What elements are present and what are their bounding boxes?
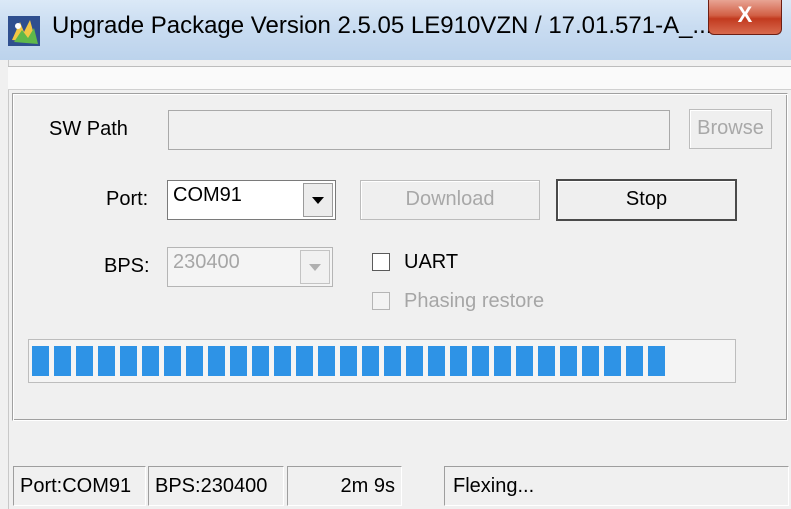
port-value: COM91 [173,184,242,206]
bps-label: BPS: [104,255,150,277]
dropdown-arrow-icon[interactable] [303,183,333,217]
sw-path-input[interactable] [168,110,670,150]
progress-block [296,346,313,376]
progress-block [472,346,489,376]
close-button[interactable]: X [708,0,782,35]
progress-block [494,346,511,376]
progress-block [538,346,555,376]
uart-checkbox[interactable] [372,253,390,271]
phasing-restore-checkbox[interactable] [372,292,390,310]
progress-block [76,346,93,376]
progress-block [318,346,335,376]
progress-block [274,346,291,376]
progress-block [648,346,665,376]
progress-block [406,346,423,376]
phasing-restore-label: Phasing restore [404,290,545,312]
status-state: Flexing... [444,466,789,506]
progress-block [98,346,115,376]
browse-button[interactable]: Browse [689,109,772,149]
progress-block [120,346,137,376]
bps-select[interactable]: 230400 [167,247,333,287]
app-icon [8,16,40,46]
sw-path-label: SW Path [49,118,128,140]
progress-block [582,346,599,376]
title-bar: Upgrade Package Version 2.5.05 LE910VZN … [0,0,791,60]
progress-block [142,346,159,376]
progress-block [560,346,577,376]
progress-bar [28,339,736,383]
progress-fill [32,346,732,376]
progress-block [54,346,71,376]
status-port: Port:COM91 [13,466,146,506]
window-title: Upgrade Package Version 2.5.05 LE910VZN … [52,12,713,39]
uart-label: UART [404,251,459,273]
progress-block [32,346,49,376]
stop-button[interactable]: Stop [556,179,737,221]
menu-strip [8,66,791,90]
status-bps: BPS:230400 [148,466,284,506]
download-button[interactable]: Download [360,180,540,220]
port-label: Port: [106,188,149,210]
progress-block [428,346,445,376]
progress-block [604,346,621,376]
port-select[interactable]: COM91 [167,180,336,220]
progress-block [252,346,269,376]
progress-block [516,346,533,376]
progress-block [626,346,643,376]
progress-block [450,346,467,376]
bps-value: 230400 [173,251,240,273]
progress-block [164,346,181,376]
status-elapsed: 2m 9s [287,466,402,506]
dropdown-arrow-icon[interactable] [300,250,330,284]
progress-block [362,346,379,376]
progress-block [186,346,203,376]
progress-block [384,346,401,376]
progress-block [340,346,357,376]
progress-block [230,346,247,376]
close-icon: X [737,2,753,27]
progress-block [208,346,225,376]
